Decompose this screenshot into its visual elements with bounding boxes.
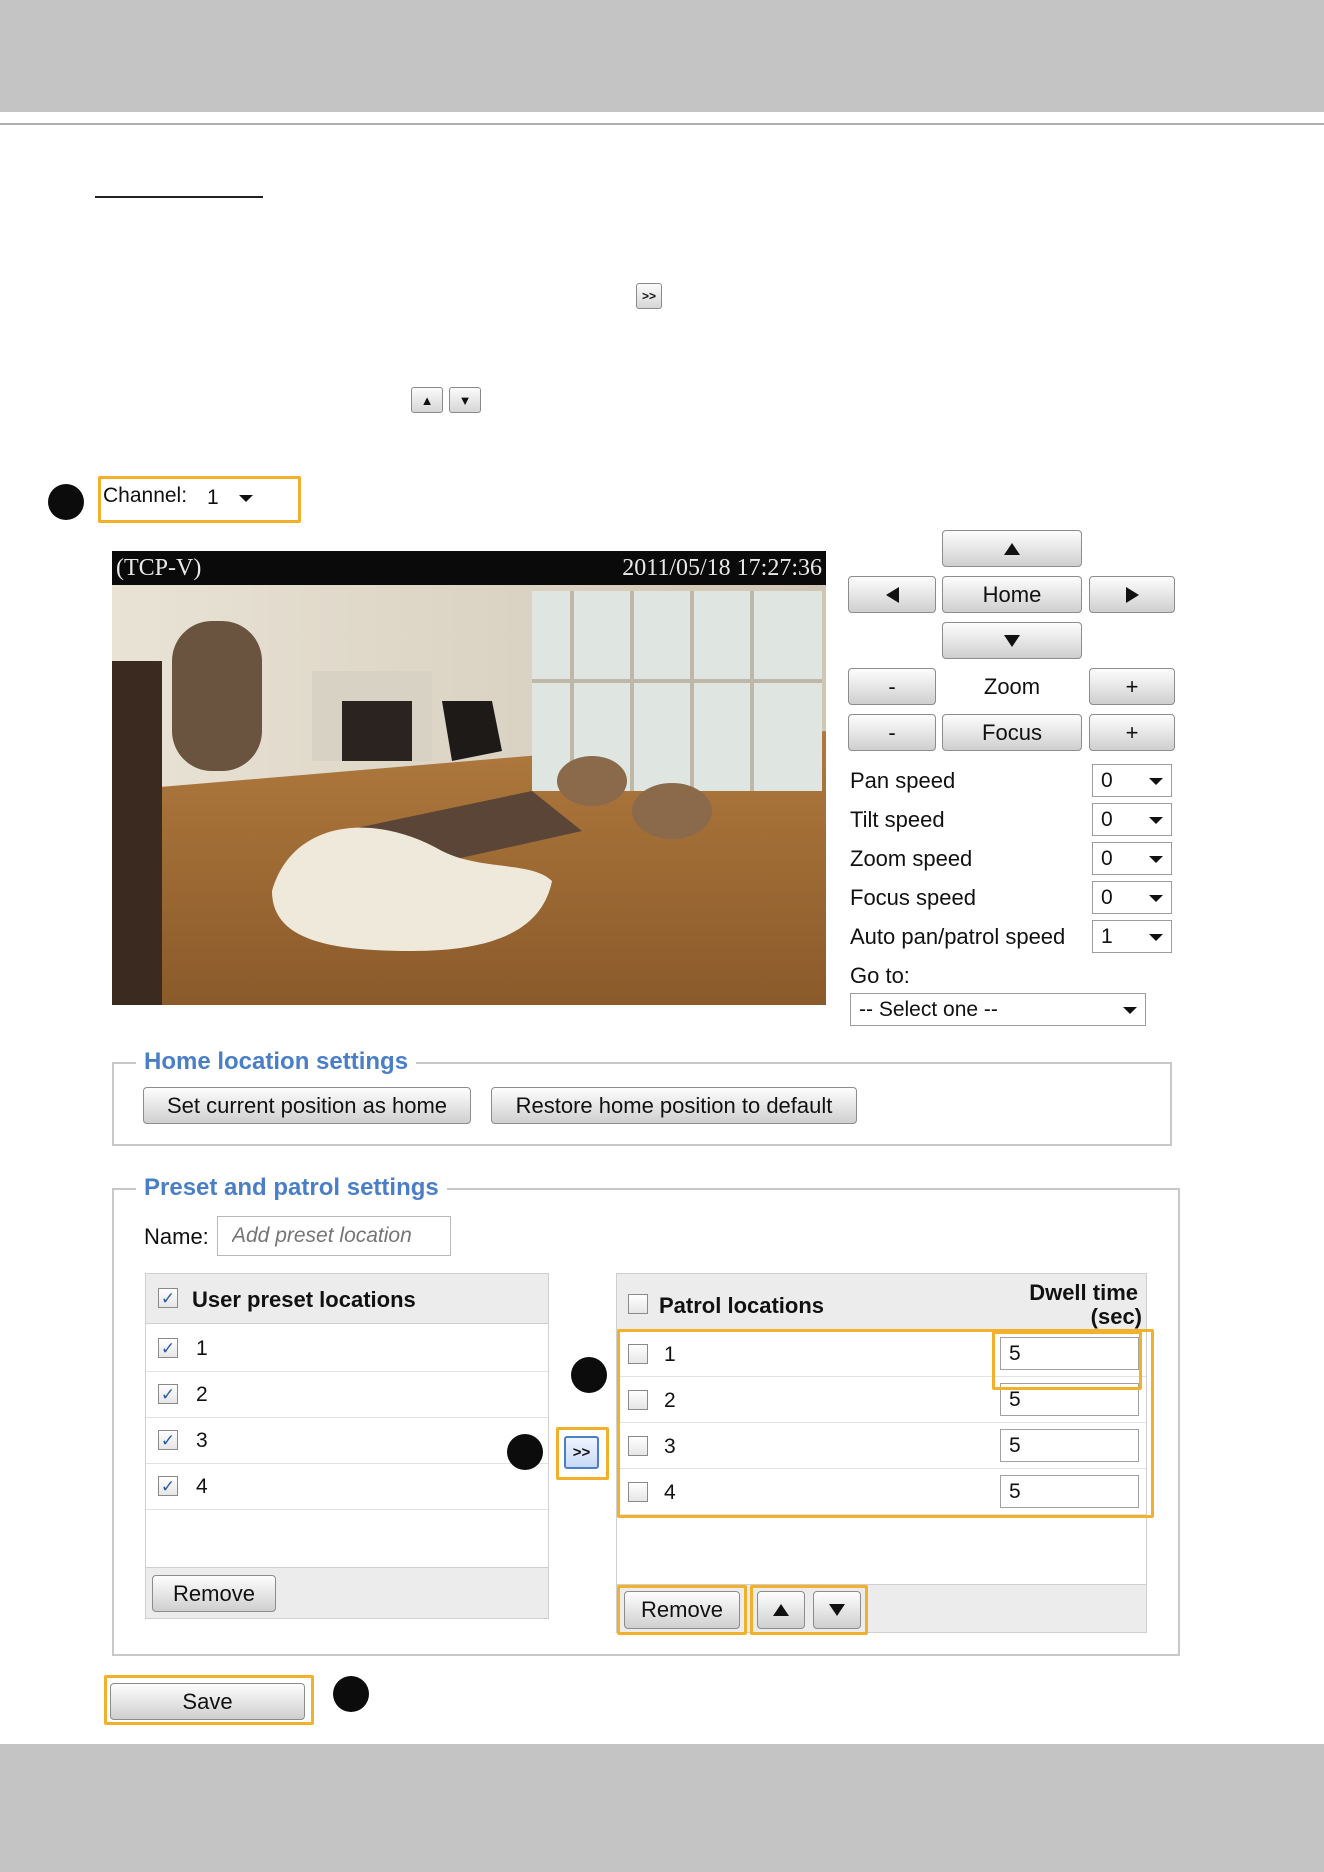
callout-marker-icon [571,1357,607,1393]
zoom-speed-label: Zoom speed [850,846,973,871]
preset-name-input[interactable] [217,1216,451,1256]
list-item[interactable]: ✓ 1 [146,1326,548,1372]
zoom-speed-select[interactable]: 0 [1092,842,1172,875]
zoom-speed-value: 0 [1101,846,1113,870]
zoom-label: Zoom [983,674,1041,699]
list-item[interactable]: ✓ 2 [146,1372,548,1418]
preset-checkbox[interactable]: ✓ [158,1430,178,1450]
arrow-left-icon [885,586,899,603]
auto-pan-speed-select[interactable]: 1 [1092,920,1172,953]
patrol-header-label: Patrol locations [659,1293,825,1318]
chevron-down-icon [1149,933,1163,941]
channel-label: Channel: [103,484,188,507]
callout-marker-icon [333,1676,369,1712]
user-preset-header: ✓ User preset locations [146,1274,548,1324]
arrow-down-icon [1004,634,1020,647]
preset-name-label: Name: [144,1224,209,1249]
user-preset-header-label: User preset locations [192,1287,416,1312]
inline-up-arrow-icon: ▲ [411,387,443,413]
video-frame-image [112,551,826,1005]
video-timestamp-overlay: 2011/05/18 17:27:36 [622,555,822,581]
channel-select-value: 1 [207,486,219,509]
user-preset-list: ✓ User preset locations ✓ 1 ✓ 2 ✓ 3 ✓ 4 … [145,1273,549,1619]
chevron-down-icon [1123,1006,1137,1014]
chevron-down-icon [1149,777,1163,785]
focus-speed-value: 0 [1101,885,1113,909]
tilt-speed-select[interactable]: 0 [1092,803,1172,836]
save-button[interactable]: Save [110,1683,305,1720]
live-video-view[interactable]: (TCP-V) 2011/05/18 17:27:36 [112,551,826,1005]
tilt-down-button[interactable] [942,622,1082,659]
inline-add-button-icon: >> [636,283,662,309]
add-to-patrol-button[interactable]: >> [564,1436,599,1469]
chevron-down-icon [1149,855,1163,863]
preset-checkbox[interactable]: ✓ [158,1338,178,1358]
auto-pan-speed-value: 1 [1101,924,1113,948]
arrow-down-icon [829,1604,845,1616]
preset-name: 1 [196,1337,208,1360]
pan-left-button[interactable] [848,576,936,613]
restore-home-button[interactable]: Restore home position to default [491,1087,857,1124]
preset-checkbox[interactable]: ✓ [158,1476,178,1496]
inline-down-arrow-icon: ▼ [449,387,481,413]
tilt-speed-value: 0 [1101,807,1113,831]
select-all-patrol-checkbox[interactable] [628,1294,648,1314]
home-location-legend: Home location settings [136,1048,417,1076]
section-title-underline [95,196,263,198]
focus-far-button[interactable]: + [1089,714,1175,751]
pan-speed-select[interactable]: 0 [1092,764,1172,797]
chevron-down-icon [239,495,253,502]
pan-right-button[interactable] [1089,576,1175,613]
list-item[interactable]: ✓ 4 [146,1464,548,1510]
header-divider [0,123,1324,125]
arrow-up-icon [1004,542,1020,555]
focus-button[interactable]: Focus [942,714,1082,751]
focus-speed-label: Focus speed [850,885,976,910]
remove-preset-button[interactable]: Remove [152,1575,276,1612]
callout-marker-icon [507,1434,543,1470]
zoom-out-button[interactable]: - [848,668,936,705]
focus-near-button[interactable]: - [848,714,936,751]
video-protocol-overlay: (TCP-V) [116,555,202,581]
select-all-presets-checkbox[interactable]: ✓ [158,1288,178,1308]
preset-name: 2 [196,1383,208,1406]
page-header-bar [0,0,1324,112]
channel-select[interactable]: 1 [199,482,261,514]
callout-marker-icon [48,484,84,520]
pan-speed-label: Pan speed [850,768,956,793]
dwell-header-line1: Dwell time [1029,1280,1138,1305]
patrol-header: Patrol locations Dwell time (sec) [617,1274,1146,1331]
dwell-time-highlight [992,1331,1142,1390]
page-footer-bar [0,1744,1324,1872]
remove-patrol-button[interactable]: Remove [624,1591,740,1629]
set-home-button[interactable]: Set current position as home [143,1087,471,1124]
chevron-down-icon [1149,894,1163,902]
tilt-up-button[interactable] [942,530,1082,567]
arrow-right-icon [1125,586,1139,603]
move-down-button[interactable] [813,1591,861,1629]
chevron-down-icon [1149,816,1163,824]
tilt-speed-label: Tilt speed [850,807,945,832]
zoom-in-button[interactable]: + [1089,668,1175,705]
move-up-button[interactable] [757,1591,805,1629]
goto-select[interactable]: -- Select one -- [850,993,1146,1026]
preset-patrol-legend: Preset and patrol settings [136,1174,447,1202]
dwell-header-line2: (sec) [1090,1304,1142,1329]
preset-checkbox[interactable]: ✓ [158,1384,178,1404]
focus-speed-select[interactable]: 0 [1092,881,1172,914]
home-button[interactable]: Home [942,576,1082,613]
list-item[interactable]: ✓ 3 [146,1418,548,1464]
preset-name: 4 [196,1475,208,1498]
preset-name: 3 [196,1429,208,1452]
pan-speed-value: 0 [1101,768,1113,792]
arrow-up-icon [773,1604,789,1616]
auto-pan-speed-label: Auto pan/patrol speed [850,924,1066,949]
goto-label: Go to: [850,963,910,988]
goto-select-value: -- Select one -- [859,997,998,1021]
